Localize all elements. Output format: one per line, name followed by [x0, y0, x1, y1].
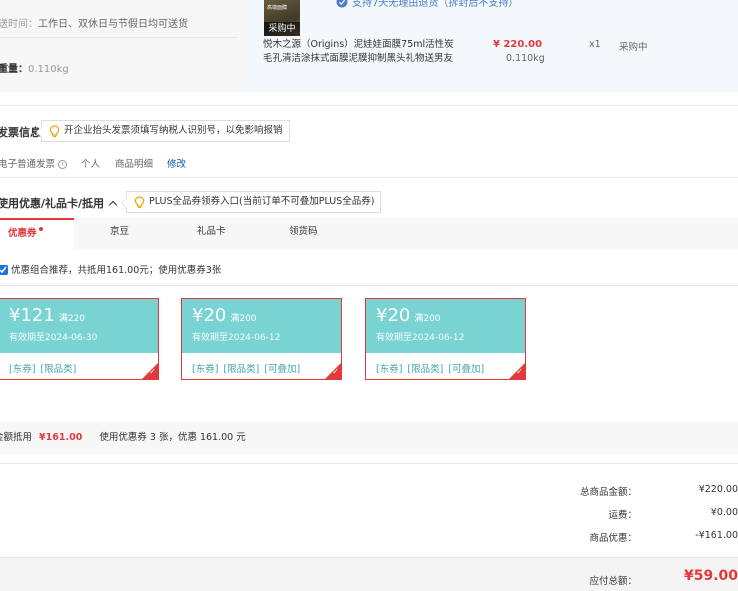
tab-jingdou[interactable]: 京豆: [110, 218, 129, 249]
check-icon: ✓: [516, 367, 523, 376]
shipping-value: ¥0.00: [710, 507, 738, 518]
coupon-card[interactable]: ¥20 满200 有效期至2024-06-12 [东券] [限品类] [可叠加] ✓: [365, 298, 526, 380]
notification-dot: [39, 227, 43, 231]
coupon-card[interactable]: ¥20 满200 有效期至2024-06-12 [东券] [限品类] [可叠加] ✓: [181, 298, 342, 380]
payable-value: ¥59.00: [683, 568, 738, 584]
return-policy-text: 支持7天无理由退货（拆封后不支持）: [352, 0, 519, 9]
divider: [0, 105, 738, 106]
return-policy-icon: [336, 0, 348, 8]
coupon-tabs: 优惠券 京豆 礼品卡 领货码: [0, 218, 738, 249]
total-weight: 总重量：0.110kg: [0, 64, 69, 75]
discount-summary: 金额抵用 ¥161.00 使用优惠券 3 张，优惠 161.00 元: [0, 422, 738, 454]
product-name[interactable]: 悦木之源（Origins）泥娃娃面膜75ml活性炭毛孔清洁涂抹式面膜泥膜抑制黑头…: [263, 38, 463, 66]
product-state: 采购中: [619, 42, 648, 53]
check-icon: ✓: [149, 367, 156, 376]
discount-value: -¥161.00: [695, 530, 738, 541]
coupon-card[interactable]: ¥121 满220 有效期至2024-06-30 [东券] [限品类] ✓: [0, 298, 159, 380]
lightbulb-icon: [134, 196, 145, 209]
tab-redeem-code[interactable]: 领货码: [289, 218, 318, 249]
total-goods-value: ¥220.00: [698, 484, 738, 495]
chevron-up-icon: [108, 200, 118, 210]
divider: [0, 463, 738, 464]
delivery-panel: 配送时间：工作日、双休日与节假日均可送货 总重量：0.110kg: [0, 0, 246, 92]
product-status-overlay: 采购中: [264, 22, 300, 36]
divider: [0, 37, 238, 38]
product-price: ¥ 220.00: [493, 39, 543, 50]
coupon-section-toggle[interactable]: 使用优惠/礼品卡/抵用: [0, 195, 118, 211]
tab-coupon[interactable]: 优惠券: [0, 218, 74, 249]
invoice-type: 电子普通发票 i: [0, 156, 68, 170]
payable-bar: 应付总额： ¥59.00: [0, 557, 738, 591]
info-icon[interactable]: i: [58, 160, 68, 169]
delivery-time: 配送时间：工作日、双休日与节假日均可送货: [0, 19, 188, 30]
plus-coupon-tip[interactable]: PLUS全品券领券入口(当前订单不可叠加PLUS全品券): [120, 191, 382, 213]
invoice-content: 商品明细: [115, 159, 154, 170]
order-item-section: 配送时间：工作日、双休日与节假日均可送货 总重量：0.110kg 高端面膜 采购…: [0, 0, 738, 92]
tab-gift-card[interactable]: 礼品卡: [197, 218, 226, 249]
divider: [0, 177, 738, 178]
divider: [0, 285, 738, 286]
combo-recommend[interactable]: 优惠组合推荐，共抵用161.00元；使用优惠券3张: [0, 262, 221, 276]
invoice-edit-link[interactable]: 修改: [167, 156, 186, 170]
product-quantity: x1: [589, 39, 601, 50]
product-weight: 0.110kg: [506, 53, 545, 64]
invoice-title: 发票信息: [0, 126, 41, 139]
combo-checkbox[interactable]: [0, 265, 8, 275]
check-icon: ✓: [332, 367, 339, 376]
lightbulb-icon: [49, 125, 60, 138]
invoice-title-type: 个人: [81, 159, 101, 170]
invoice-tip: 开企业抬头发票须填写纳税人识别号，以免影响报销: [36, 120, 290, 142]
